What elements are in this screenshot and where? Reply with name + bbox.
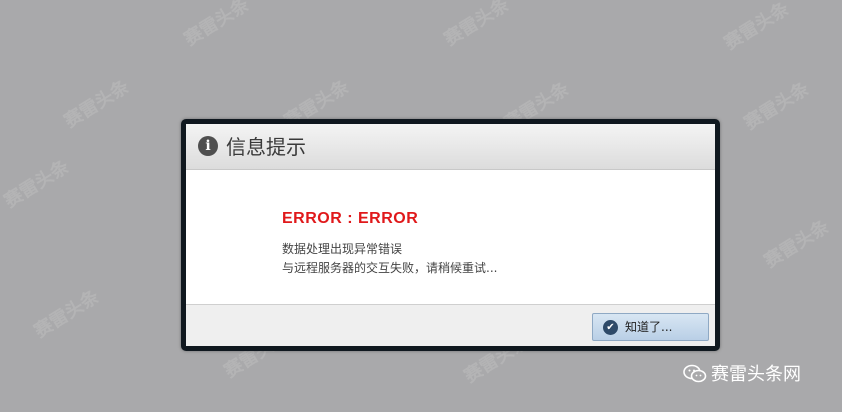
watermark-text: 赛雷头条 [60, 76, 133, 133]
dialog-title: 信息提示 [226, 135, 306, 159]
error-message-line: 数据处理出现异常错误 [282, 242, 403, 256]
watermark-text: 赛雷头条 [440, 0, 513, 51]
watermark-text: 赛雷头条 [760, 216, 833, 273]
dialog-titlebar: i 信息提示 [186, 124, 715, 170]
brand-text: 赛雷头条网 [711, 364, 801, 385]
acknowledge-button[interactable]: ✔ 知道了... [592, 313, 709, 341]
watermark-text: 赛雷头条 [30, 286, 103, 343]
watermark-text: 赛雷头条 [740, 78, 813, 135]
watermark-text: 赛雷头条 [0, 156, 73, 213]
wechat-icon [683, 364, 707, 383]
watermark-text: 赛雷头条 [720, 0, 793, 55]
error-message-line: 与远程服务器的交互失败，请稍候重试... [282, 261, 498, 275]
info-dialog: i 信息提示 ERROR : ERROR 数据处理出现异常错误 与远程服务器的交… [181, 119, 720, 351]
dialog-footer: ✔ 知道了... [186, 304, 715, 346]
watermark-text: 赛雷头条 [180, 0, 253, 51]
error-title: ERROR : ERROR [282, 210, 419, 227]
acknowledge-button-label: 知道了... [625, 320, 673, 334]
check-icon: ✔ [603, 320, 618, 335]
dialog-body: ERROR : ERROR 数据处理出现异常错误 与远程服务器的交互失败，请稍候… [186, 170, 715, 304]
info-icon: i [198, 136, 218, 156]
